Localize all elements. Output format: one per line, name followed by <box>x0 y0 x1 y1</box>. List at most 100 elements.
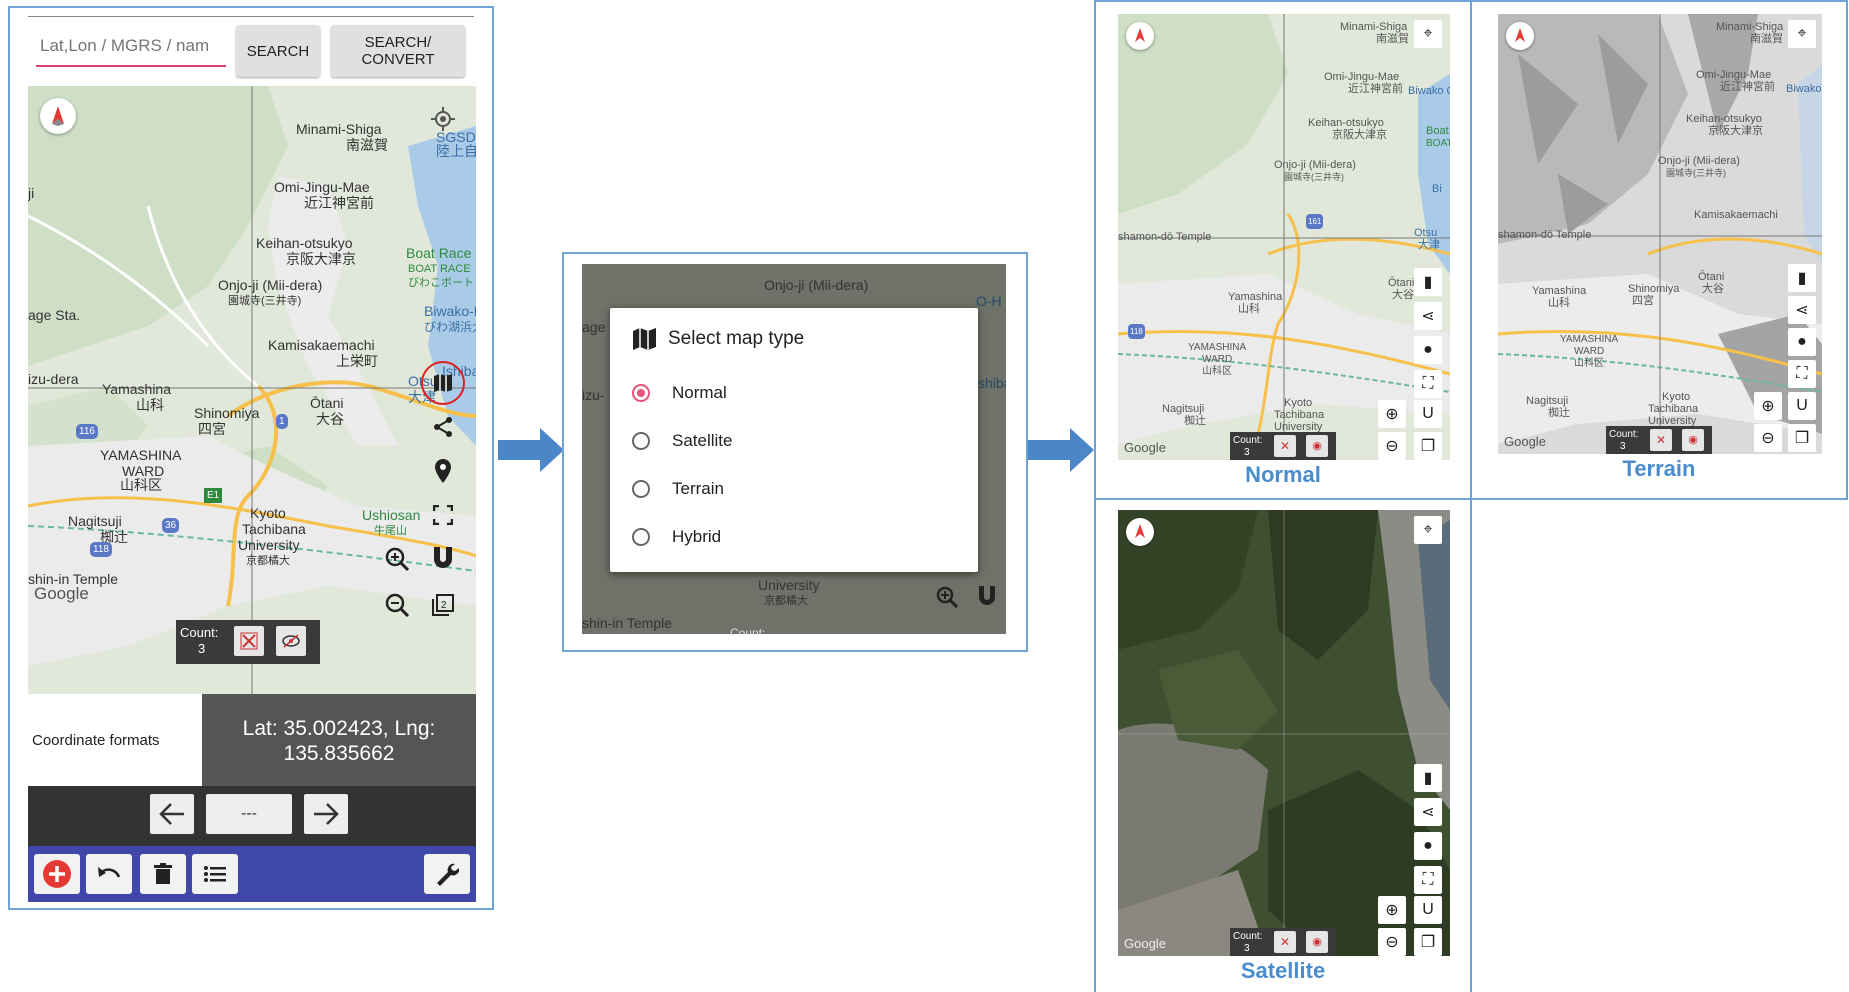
map-view[interactable]: Minami-Shiga 南滋賀 SGSDI 陸上自 Omi-Jingu-Mae… <box>28 86 476 694</box>
magnet-icon <box>968 578 1006 616</box>
search-bar: SEARCH SEARCH/ CONVERT <box>28 16 474 82</box>
place-marker-button[interactable] <box>424 452 462 490</box>
caption-satellite: Satellite <box>1240 958 1326 983</box>
magnet-icon: U <box>1414 400 1442 428</box>
map-label: izu- <box>582 387 605 403</box>
fullscreen-icon: ⛶ <box>1414 370 1442 398</box>
eye-off-icon <box>282 634 300 648</box>
fullscreen-icon: ⛶ <box>1788 360 1816 388</box>
arrow-left-icon <box>159 803 184 825</box>
map-label: Ōtani <box>310 395 344 411</box>
clear-markers-icon: ✕ <box>1274 931 1296 953</box>
map-type-option-hybrid[interactable]: Hybrid <box>632 522 721 552</box>
list-icon <box>204 866 226 882</box>
map-label: 園城寺(三井寺) <box>1666 168 1726 178</box>
share-icon: ⋖ <box>1788 296 1816 324</box>
map-label: 近江神宮前 <box>304 195 374 211</box>
eye-off-icon: ◉ <box>1306 931 1328 953</box>
map-label: 大谷 <box>1702 283 1724 295</box>
map-label: Biwako-H <box>424 303 476 319</box>
list-button[interactable] <box>192 854 238 894</box>
map-label: age Sta. <box>28 307 81 323</box>
caption-terrain: Terrain <box>1622 456 1696 481</box>
map-label: shamon-dō Temple <box>1118 231 1212 243</box>
dialog-header: Select map type <box>632 324 804 354</box>
hide-markers-button[interactable] <box>276 626 306 656</box>
map-label: Kamisakaemachi <box>1694 209 1778 221</box>
map-label: University <box>758 577 820 593</box>
google-logo: Google <box>1504 434 1546 449</box>
count-label: Count: <box>1609 429 1639 440</box>
map-label: Onjo-ji (Mii-dera) <box>218 277 323 293</box>
map-label: YAMASHINA <box>100 447 182 463</box>
map-type-option-normal[interactable]: Normal <box>632 378 727 408</box>
zoom-out-icon: ⊖ <box>1378 928 1406 956</box>
map-label: 牛尾山 <box>374 525 407 537</box>
search-convert-button[interactable]: SEARCH/ CONVERT <box>331 25 465 77</box>
terrain-map-preview: Minami-Shiga 南滋賀 Omi-Jingu-Mae 近江神宮前 Biw… <box>1498 14 1822 454</box>
share-button[interactable] <box>424 408 462 446</box>
road-shield: 118 <box>90 542 112 557</box>
search-input[interactable] <box>36 27 226 67</box>
svg-text:2: 2 <box>441 600 447 611</box>
map-label: O-H <box>976 293 1002 309</box>
map-pin-icon: ● <box>1414 336 1442 364</box>
road-shield: 161 <box>1306 214 1324 229</box>
my-location-button[interactable] <box>424 100 462 138</box>
google-logo: Google <box>34 584 89 603</box>
map-label: Minami-Shiga <box>296 121 382 137</box>
map-label: 四宮 <box>1632 295 1654 307</box>
compass-icon <box>1506 22 1534 50</box>
map-icon <box>633 328 656 350</box>
add-button[interactable] <box>34 854 80 894</box>
satellite-map-frame: Google ⌖ ▮ ⋖ ● ⛶ ⊕ U ⊖ ❐ Count: 3 ✕ ◉ Sa… <box>1094 498 1472 992</box>
zoom-in-button[interactable] <box>378 540 416 578</box>
fullscreen-icon: ⛶ <box>1414 866 1442 894</box>
search-button[interactable]: SEARCH <box>236 25 320 77</box>
previous-button[interactable] <box>150 794 194 834</box>
map-label: 近江神宮前 <box>1348 83 1403 95</box>
map-label: 大津 <box>1418 239 1440 251</box>
undo-button[interactable] <box>86 854 132 894</box>
map-label: Tachibana <box>242 521 306 537</box>
caption-normal: Normal <box>1245 462 1321 487</box>
map-type-option-terrain[interactable]: Terrain <box>632 474 724 504</box>
clear-markers-icon <box>240 632 258 650</box>
next-button[interactable] <box>304 794 348 834</box>
count-label: Count: <box>1233 435 1263 446</box>
map-label: Onjo-ji (Mii-dera) <box>764 277 869 293</box>
map-type-button[interactable] <box>421 361 465 405</box>
navigation-row: --- <box>28 786 476 846</box>
map-type-dialog: Select map type Normal Satellite Terrain… <box>610 308 978 572</box>
map-type-option-satellite[interactable]: Satellite <box>632 426 732 456</box>
compass-button[interactable] <box>40 98 76 134</box>
map-label: 京都橘大 <box>764 595 808 607</box>
layers-button[interactable]: 2 <box>424 586 462 624</box>
map-icon <box>434 374 452 392</box>
zoom-in-icon: ⊕ <box>1378 896 1406 924</box>
clear-markers-button[interactable] <box>234 626 264 656</box>
map-pin-icon <box>435 459 451 483</box>
radio-unselected-icon <box>632 528 650 546</box>
settings-button[interactable] <box>424 854 470 894</box>
magnet-button[interactable] <box>424 540 462 578</box>
option-label: Normal <box>672 383 727 402</box>
map-pin-icon: ● <box>1788 328 1816 356</box>
delete-button[interactable] <box>140 854 186 894</box>
zoom-in-icon: ⊕ <box>1378 400 1406 428</box>
road-shield: E1 <box>204 488 223 503</box>
coordinate-formats-panel[interactable]: Coordinate formats <box>28 694 202 786</box>
map-label: Yamashina <box>102 381 172 397</box>
map-label: Keihan-otsukyo <box>256 235 353 251</box>
layers-icon: ❐ <box>1788 424 1816 452</box>
radio-unselected-icon <box>632 480 650 498</box>
zoom-out-button[interactable] <box>378 586 416 624</box>
map-label: 京阪大津京 <box>1708 125 1763 137</box>
fullscreen-button[interactable] <box>424 496 462 534</box>
map-label: Biwako O <box>1786 83 1822 95</box>
map-label: Ushiosan <box>362 507 421 523</box>
map-label: 四宮 <box>198 421 226 437</box>
zoom-out-icon: ⊖ <box>1378 432 1406 460</box>
eye-off-icon: ◉ <box>1306 435 1328 457</box>
map-label: Bi <box>1432 183 1442 195</box>
